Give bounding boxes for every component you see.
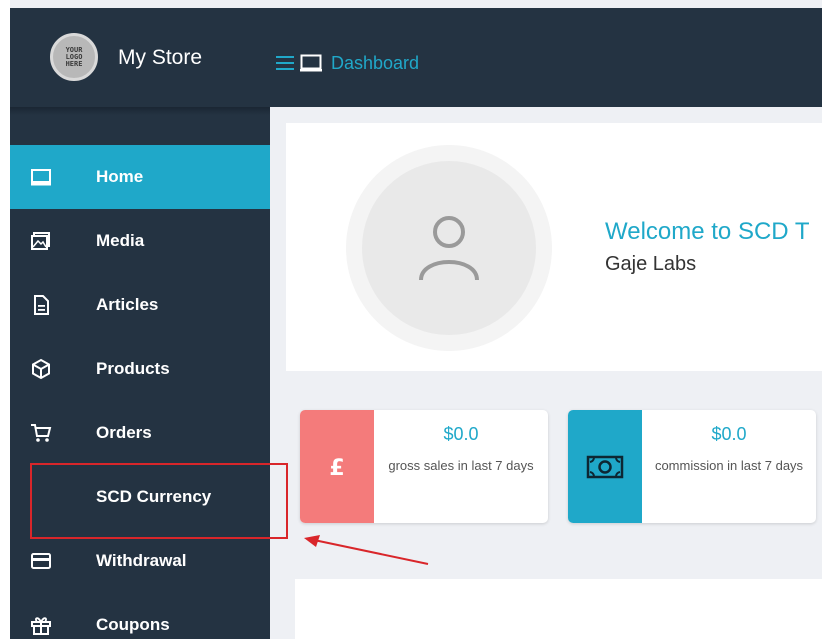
profile-panel: Welcome to SCD T Gaje Labs [286, 123, 822, 371]
store-name[interactable]: My Store [118, 46, 202, 70]
cube-icon [32, 358, 50, 380]
annotation-arrow-icon [304, 535, 429, 565]
svg-text:£: £ [329, 456, 344, 480]
avatar[interactable] [346, 145, 552, 351]
sidebar-item-label: Products [96, 359, 170, 378]
sidebar-item-coupons[interactable]: Coupons [10, 593, 270, 639]
stat-label: gross sales in last 7 days [388, 458, 534, 473]
sidebar-item-label: Coupons [96, 615, 170, 634]
stat-label: commission in last 7 days [654, 458, 804, 473]
monitor-icon [300, 54, 322, 72]
logo-text-line: HERE [65, 59, 83, 68]
hamburger-menu-icon[interactable] [276, 54, 294, 72]
sidebar-item-label: Home [96, 167, 144, 186]
sidebar-item-home[interactable]: Home [10, 145, 270, 209]
lower-panel [295, 579, 822, 639]
sidebar-item-label: Withdrawal [96, 551, 187, 570]
stat-value: $0.0 [443, 424, 479, 444]
sidebar-item-label: Orders [96, 423, 152, 442]
user-icon [419, 216, 479, 281]
company-name: Gaje Labs [605, 253, 697, 275]
monitor-icon [31, 169, 51, 186]
welcome-heading: Welcome to SCD T [605, 218, 810, 245]
sidebar-item-label: Media [96, 231, 145, 250]
gift-icon [31, 617, 51, 635]
stat-card-commission[interactable]: $0.0 commission in last 7 days [568, 410, 816, 523]
sidebar-item-products[interactable]: Products [10, 337, 270, 401]
top-bar: YOUR LOGO HERE My Store Dashboard [10, 8, 822, 107]
document-icon [34, 295, 49, 315]
sidebar-item-label: Articles [96, 295, 159, 314]
card-icon [31, 553, 51, 569]
sidebar-item-orders[interactable]: Orders [10, 401, 270, 465]
sidebar-item-articles[interactable]: Articles [10, 273, 270, 337]
avatar-inner [362, 161, 536, 335]
pound-icon: £ [300, 410, 374, 523]
cart-icon [31, 424, 52, 442]
annotation-highlight-box [30, 463, 288, 539]
image-icon [31, 232, 50, 250]
store-logo[interactable]: YOUR LOGO HERE [50, 33, 98, 81]
sidebar: Home Media Articles Products Orders SCD … [10, 107, 270, 639]
money-icon [568, 410, 642, 523]
breadcrumb[interactable]: Dashboard [331, 53, 419, 74]
app-frame: YOUR LOGO HERE My Store Dashboard Home M… [10, 0, 822, 639]
stat-card-gross-sales[interactable]: £ $0.0 gross sales in last 7 days [300, 410, 548, 523]
stat-value: $0.0 [711, 424, 747, 444]
sidebar-item-media[interactable]: Media [10, 209, 270, 273]
